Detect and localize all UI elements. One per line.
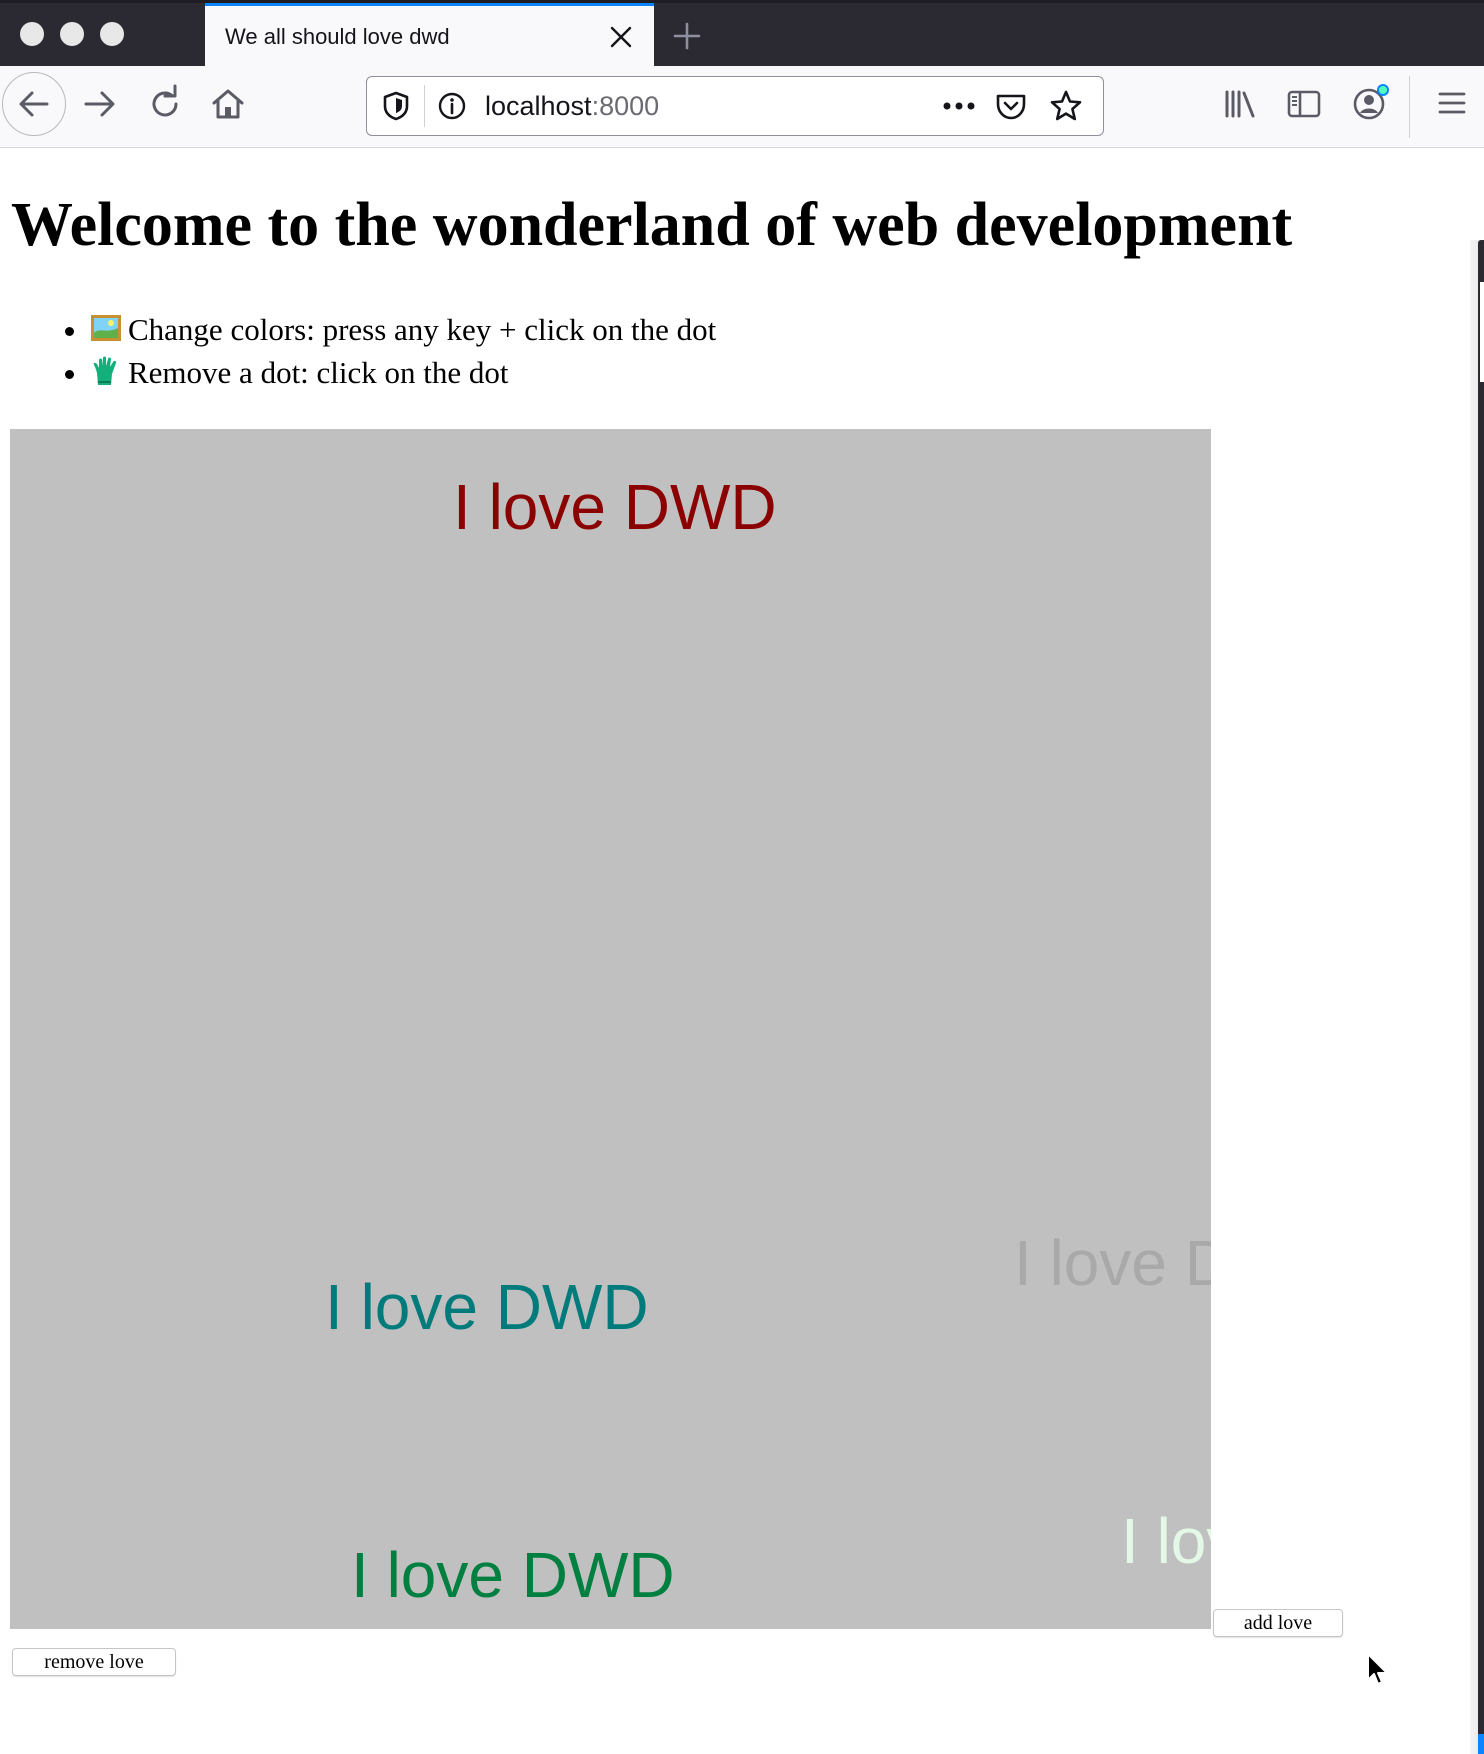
list-item: Change colors: press any key + click on … — [90, 308, 716, 351]
navigation-toolbar: localhost:8000 — [0, 66, 1484, 148]
scrollbar-edge[interactable] — [1478, 240, 1484, 1754]
love-label[interactable]: I love DWD — [1014, 1231, 1211, 1295]
glove-icon — [93, 356, 117, 385]
pocket-icon[interactable] — [995, 91, 1027, 121]
love-label[interactable]: I love DWD — [351, 1543, 675, 1607]
url-bar[interactable]: localhost:8000 — [366, 76, 1104, 136]
instruction-text: Remove a dot: click on the dot — [128, 355, 509, 390]
reload-icon[interactable] — [145, 84, 185, 124]
info-icon[interactable] — [437, 91, 467, 121]
home-icon[interactable] — [208, 84, 248, 124]
add-love-button[interactable]: add love — [1213, 1609, 1343, 1637]
new-tab-plus-icon[interactable] — [672, 21, 702, 51]
browser-tab[interactable]: We all should love dwd — [205, 3, 654, 69]
window-minimize-dot[interactable] — [60, 22, 84, 46]
url-separator — [424, 85, 425, 127]
url-host: localhost — [485, 91, 592, 121]
url-port: :8000 — [591, 91, 660, 121]
page-title: Welcome to the wonderland of web develop… — [11, 191, 1293, 259]
star-icon[interactable] — [1049, 89, 1083, 123]
instruction-text: Change colors: press any key + click on … — [128, 312, 717, 347]
love-label[interactable]: I love DWD — [453, 475, 777, 539]
remove-love-button[interactable]: remove love — [12, 1648, 176, 1676]
arrow-right-icon[interactable] — [80, 84, 120, 124]
scrollbar-accent — [1478, 1734, 1484, 1754]
window-zoom-dot[interactable] — [100, 22, 124, 46]
scrollbar-thumb[interactable] — [1480, 282, 1484, 382]
library-icon[interactable] — [1222, 86, 1258, 122]
tab-title: We all should love dwd — [225, 24, 450, 49]
framed-picture-icon — [91, 315, 121, 341]
back-button[interactable] — [2, 72, 66, 136]
window-close-dot[interactable] — [20, 22, 44, 46]
love-label[interactable]: I love DWD — [325, 1275, 649, 1339]
love-label[interactable]: I love DWD — [1121, 1509, 1211, 1573]
tab-bar: We all should love dwd — [0, 0, 1484, 69]
close-icon[interactable] — [608, 24, 634, 50]
arrow-left-icon — [19, 91, 49, 117]
list-item: Remove a dot: click on the dot — [90, 351, 716, 394]
instruction-list: Change colors: press any key + click on … — [0, 308, 716, 394]
toolbar-separator — [1409, 76, 1410, 138]
mouse-pointer-icon — [1367, 1653, 1388, 1685]
hamburger-menu-icon[interactable] — [1437, 88, 1467, 118]
love-canvas[interactable]: I love DWD I love DWD I love DWD I love … — [10, 429, 1211, 1629]
shield-icon[interactable] — [381, 90, 411, 122]
more-dots-icon[interactable] — [941, 99, 977, 113]
sidebar-icon[interactable] — [1286, 86, 1322, 122]
page-viewport: Welcome to the wonderland of web develop… — [0, 148, 1484, 1754]
account-icon[interactable] — [1350, 82, 1392, 124]
url-text[interactable]: localhost:8000 — [485, 91, 659, 122]
